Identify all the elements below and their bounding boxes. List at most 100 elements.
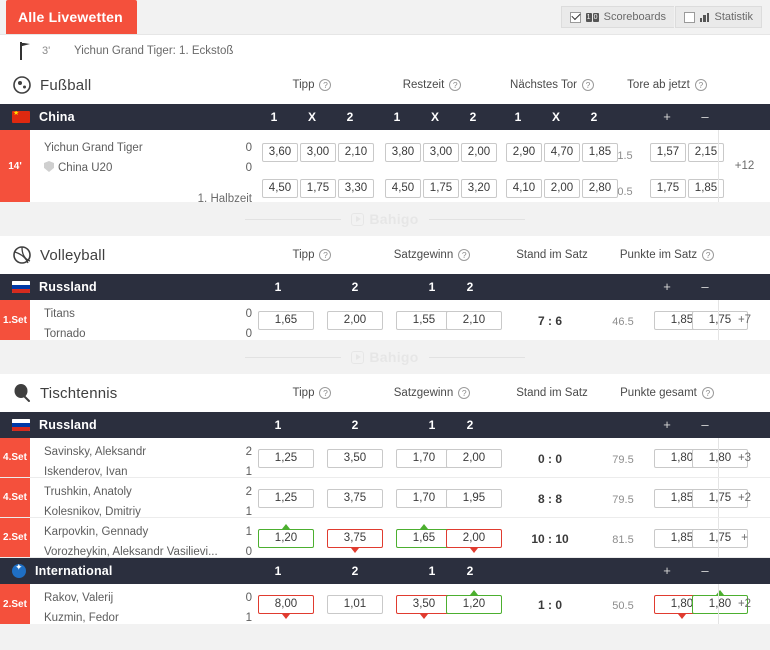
odd-button[interactable]: 1,70 <box>396 449 452 468</box>
column-group: Punkte im Satz? <box>582 236 752 274</box>
league-header[interactable]: International 1 2 1 2 + – <box>0 558 770 584</box>
odd-button[interactable]: 1,01 <box>327 595 383 614</box>
odd-button[interactable]: 3,30 <box>338 179 374 198</box>
live-status-badge: 1.Set <box>0 300 30 340</box>
help-icon[interactable]: ? <box>319 387 332 399</box>
odds-column-header: X <box>430 110 439 124</box>
odd-button[interactable]: 8,00 <box>258 595 314 619</box>
column-group-label: Satzgewinn <box>393 249 454 261</box>
statistik-checkbox[interactable] <box>683 11 695 23</box>
odd-button[interactable]: 3,75 <box>327 529 383 553</box>
odd-button[interactable]: 1,65 <box>396 524 452 548</box>
column-group: Tore ab jetzt? <box>592 66 742 104</box>
league-name: International <box>35 564 113 578</box>
odds-column-header: 1 <box>274 564 282 578</box>
odd-button[interactable]: 1,20 <box>446 590 502 614</box>
odd-button[interactable]: 4,10 <box>506 179 542 198</box>
more-markets-link[interactable]: +2 <box>718 478 770 517</box>
match-row[interactable]: 14' Yichun Grand Tiger 0 China U20 0 1. Halbz… <box>0 130 770 205</box>
odd-button[interactable]: 2,00 <box>461 143 497 162</box>
help-icon[interactable]: ? <box>458 387 471 399</box>
league-header[interactable]: Russland 1 2 1 2 + – <box>0 412 770 438</box>
set-score: 8 : 8 <box>537 492 562 506</box>
odd-button[interactable]: 3,00 <box>300 143 336 162</box>
odd-button[interactable]: 2,10 <box>446 311 502 330</box>
odd-button[interactable]: 2,10 <box>338 143 374 162</box>
odd-button[interactable]: 3,50 <box>396 595 452 619</box>
league-header[interactable]: Russland 1 2 1 2 + – <box>0 274 770 300</box>
more-markets-link[interactable]: +3 <box>718 438 770 477</box>
odd-button[interactable]: 4,50 <box>262 179 298 198</box>
odd-button[interactable]: 1,25 <box>258 489 314 508</box>
points-line: 81.5 <box>612 534 634 546</box>
odd-button[interactable]: 2,00 <box>446 449 502 468</box>
bahigo-watermark: Bahigo <box>351 211 418 227</box>
odd-button[interactable]: 1,75 <box>300 179 336 198</box>
help-icon[interactable]: ? <box>458 249 471 261</box>
odd-button[interactable]: 3,60 <box>262 143 298 162</box>
match-row[interactable]: 2.Set Rakov, Valerij 0 Kuzmin, Fedor 1 8,00 1,… <box>0 584 770 624</box>
flag-ru <box>12 281 30 293</box>
odd-button[interactable]: 3,00 <box>423 143 459 162</box>
team-line: Savinsky, Aleksandr 2 <box>44 442 252 462</box>
odds-column-header: – <box>701 417 709 432</box>
odds-column-header: 1 <box>428 564 436 578</box>
help-icon[interactable]: ? <box>319 249 332 261</box>
more-markets-link[interactable]: + <box>718 518 770 557</box>
odd-button[interactable]: 1,55 <box>396 311 452 330</box>
team-name: Titans <box>44 308 75 320</box>
odd-button[interactable]: 1,65 <box>258 311 314 330</box>
odd-button[interactable]: 3,20 <box>461 179 497 198</box>
more-markets-link[interactable]: +2 <box>718 584 770 624</box>
odd-button[interactable]: 1,70 <box>396 489 452 508</box>
more-markets-link[interactable]: +12 <box>718 130 770 202</box>
match-row[interactable]: 4.Set Trushkin, Anatoly 2 Kolesnikov, Dmitr… <box>0 478 770 518</box>
odd-button[interactable]: 3,50 <box>327 449 383 468</box>
more-markets-link[interactable]: +7 <box>718 300 770 340</box>
match-row[interactable]: 2.Set Karpovkin, Gennady 1 Vorozheykin, Ale… <box>0 518 770 558</box>
toggle-scoreboards[interactable]: 10 Scoreboards <box>560 6 674 28</box>
help-icon[interactable]: ? <box>449 79 462 91</box>
odd-button[interactable]: 4,50 <box>385 179 421 198</box>
view-toggles: 10 Scoreboards Statistik <box>560 0 770 28</box>
live-status-badge: 2.Set <box>0 518 30 557</box>
odd-button[interactable]: 2,00 <box>544 179 580 198</box>
scoreboards-checkbox[interactable] <box>569 11 581 23</box>
match-row[interactable]: 4.Set Savinsky, Aleksandr 2 Iskenderov, Iva… <box>0 438 770 478</box>
odd-button[interactable]: 1,20 <box>258 524 314 548</box>
flag-ru <box>12 419 30 431</box>
team-names: Savinsky, Aleksandr 2 Iskenderov, Ivan 1 <box>44 442 252 482</box>
odd-button[interactable]: 1,75 <box>423 179 459 198</box>
column-group-label: Punkte im Satz <box>619 249 698 261</box>
odd-button[interactable]: 2,00 <box>446 529 502 553</box>
tab-all-live-bets[interactable]: Alle Livewetten <box>6 0 137 34</box>
odd-button[interactable]: 1,75 <box>650 179 686 198</box>
league-header[interactable]: China 1 X 2 1 X 2 1 X 2 + – <box>0 104 770 130</box>
sport-header: Volleyball Tipp? Satzgewinn? Stand im Satz P… <box>0 236 770 274</box>
help-icon[interactable]: ? <box>702 249 715 261</box>
toggle-statistik[interactable]: Statistik <box>674 6 762 28</box>
odd-button[interactable]: 1,95 <box>446 489 502 508</box>
odd-button[interactable]: 1,57 <box>650 143 686 162</box>
odd-button[interactable]: 2,00 <box>327 311 383 330</box>
help-icon[interactable]: ? <box>701 387 714 399</box>
odd-button[interactable]: 4,70 <box>544 143 580 162</box>
bahigo-logo-icon <box>351 350 365 364</box>
odds-column-header: 1 <box>274 280 282 294</box>
odd-button[interactable]: 1,25 <box>258 449 314 468</box>
points-line: 79.5 <box>612 494 634 506</box>
team-line: Tornado 0 <box>44 324 252 344</box>
points-line: 79.5 <box>612 454 634 466</box>
odd-button[interactable]: 3,75 <box>327 489 383 508</box>
match-row[interactable]: 1.Set Titans 0 Tornado 0 1,65 2,00 1,55 2,10 7 : … <box>0 300 770 340</box>
column-group-headers: Tipp? Restzeit? Nächstes Tor? Tore ab jetzt… <box>0 66 770 104</box>
odd-button[interactable]: 2,90 <box>506 143 542 162</box>
help-icon[interactable]: ? <box>319 79 332 91</box>
toggle-scoreboards-label: Scoreboards <box>603 11 666 23</box>
help-icon[interactable]: ? <box>694 79 707 91</box>
league-name: Russland <box>39 418 97 432</box>
odd-button[interactable]: 3,80 <box>385 143 421 162</box>
team-score: 1 <box>245 526 252 538</box>
odds-column-header: X <box>551 110 560 124</box>
scoreboard-icon: 10 <box>585 12 599 22</box>
